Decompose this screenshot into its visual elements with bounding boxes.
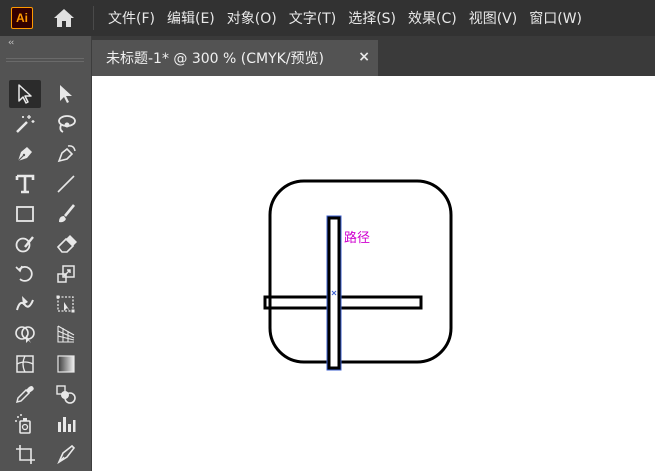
mesh-icon [16,355,34,373]
type-t-icon [15,174,35,194]
home-icon [54,9,74,27]
tools-panel: ‹‹ [0,36,92,471]
artwork[interactable] [92,76,655,471]
eraser-tool[interactable] [50,230,82,258]
gradient-tool[interactable] [50,350,82,378]
shaper-icon [15,236,34,253]
menu-effect[interactable]: 效果(C) [402,8,463,28]
menu-window[interactable]: 窗口(W) [523,8,588,28]
app-logo: Ai [11,7,33,29]
shaper-tool[interactable] [9,230,41,258]
selection-tool[interactable] [9,80,41,108]
menu-file[interactable]: 文件(F) [102,8,161,28]
perspective-grid-icon [57,325,75,343]
scale-icon [57,265,75,283]
symbol-sprayer-icon [15,414,31,434]
blend-tool[interactable] [50,380,82,408]
rotate-icon [15,265,33,282]
lasso-tool[interactable] [50,110,82,138]
lasso-icon [58,115,76,133]
free-transform-icon [56,295,75,313]
artboard-icon [16,445,35,464]
warp-tool[interactable] [9,290,41,318]
free-transform-tool[interactable] [50,290,82,318]
direct-selection-arrow-icon [60,85,72,103]
menu-select[interactable]: 选择(S) [342,8,402,28]
eraser-icon [56,235,77,253]
shape-builder-icon [15,326,35,343]
menu-object[interactable]: 对象(O) [221,8,283,28]
menu-edit[interactable]: 编辑(E) [161,8,221,28]
rectangle-icon [16,206,34,222]
blend-icon [56,385,76,404]
warp-icon [16,296,34,311]
line-segment-icon [57,175,75,193]
artboard-canvas[interactable]: 路径 [92,76,655,471]
direct-selection-tool[interactable] [50,80,82,108]
column-graph-tool[interactable] [50,410,82,438]
rounded-square-shape[interactable] [268,179,453,364]
panel-grip[interactable] [6,58,84,62]
collapse-panel-button[interactable]: ‹‹ [8,38,14,48]
rectangle-tool[interactable] [9,200,41,228]
pen-nib-icon [17,147,32,162]
document-tab-bar: 未标题-1* @ 300 % (CMYK/预览) × [92,36,655,76]
column-graph-icon [58,417,76,432]
gradient-icon [57,355,75,373]
close-icon[interactable]: × [358,49,370,65]
artboard-tool[interactable] [9,440,41,468]
path-hover-label: 路径 [344,231,371,246]
curvature-tool[interactable] [50,140,82,168]
shape-builder-tool[interactable] [9,320,41,348]
mesh-tool[interactable] [9,350,41,378]
paintbrush-tool[interactable] [50,200,82,228]
curvature-pen-icon [57,145,76,163]
symbol-sprayer-tool[interactable] [9,410,41,438]
document-tab-title: 未标题-1* @ 300 % (CMYK/预览) [106,51,325,67]
perspective-grid-tool[interactable] [50,320,82,348]
illustrator-window: Ai 文件(F) 编辑(E) 对象(O) 文字(T) 选择(S) 效果(C) 视… [0,0,655,471]
paintbrush-icon [59,204,76,223]
line-segment-tool[interactable] [50,170,82,198]
document-tab[interactable]: 未标题-1* @ 300 % (CMYK/预览) × [92,40,378,76]
slice-tool[interactable] [50,440,82,468]
scale-tool[interactable] [50,260,82,288]
menu-type[interactable]: 文字(T) [283,8,342,28]
home-button[interactable] [51,6,77,30]
selection-arrow-icon [18,84,32,104]
eyedropper-tool[interactable] [9,380,41,408]
eyedropper-icon [15,386,34,404]
slice-knife-icon [57,444,76,465]
rotate-tool[interactable] [9,260,41,288]
menu-separator [93,6,94,30]
horizontal-bar-shape[interactable] [263,295,423,310]
menu-bar: Ai 文件(F) 编辑(E) 对象(O) 文字(T) 选择(S) 效果(C) 视… [0,0,655,36]
magic-wand-tool[interactable] [9,110,41,138]
pen-tool[interactable] [9,140,41,168]
menu-view[interactable]: 视图(V) [463,8,524,28]
type-tool[interactable] [9,170,41,198]
magic-wand-icon [16,115,35,133]
